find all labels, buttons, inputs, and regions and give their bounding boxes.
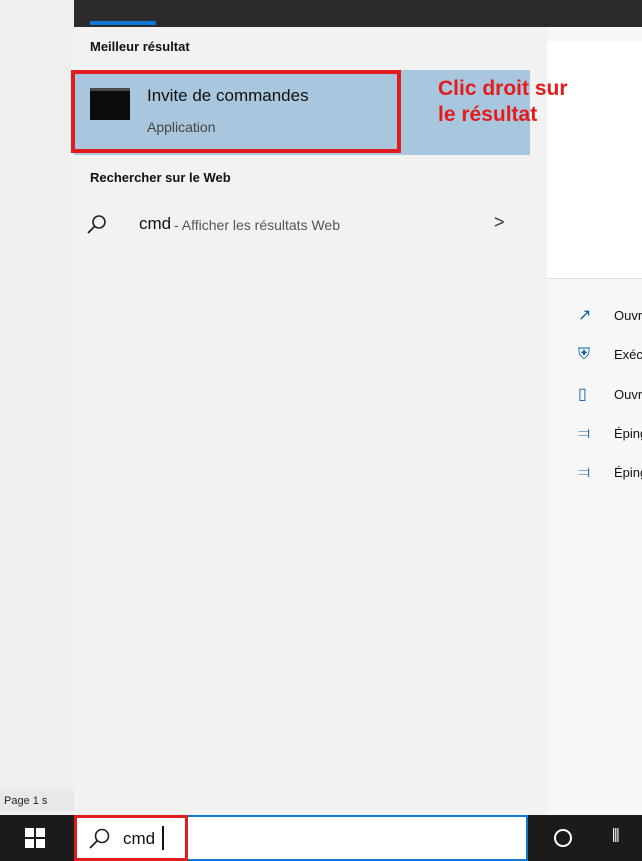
action-pin-start[interactable]: ⫤ Épingler	[578, 424, 642, 446]
action-label: Épingler	[614, 465, 642, 480]
action-label: Exécuter	[614, 347, 642, 362]
action-label: Épingler	[614, 426, 642, 441]
action-label: Ouvrir	[614, 308, 642, 323]
web-search-result[interactable]: cmd - Afficher les résultats Web >	[74, 205, 530, 245]
annotation-line-1: Clic droit sur	[438, 77, 568, 100]
admin-shield-icon: ⛨	[578, 346, 591, 363]
document-background	[0, 0, 74, 815]
pin-taskbar-icon: ⫤	[578, 464, 591, 481]
action-label: Ouvrir	[614, 387, 642, 402]
pin-start-icon: ⫤	[578, 425, 591, 442]
web-hint: - Afficher les résultats Web	[174, 217, 340, 233]
best-match-heading: Meilleur résultat	[90, 39, 190, 54]
chevron-right-icon[interactable]: >	[494, 212, 505, 233]
file-location-icon: ▯	[578, 386, 587, 403]
action-open[interactable]: ↗ Ouvrir	[578, 306, 642, 328]
cortana-icon[interactable]	[554, 829, 572, 847]
red-highlight-box	[74, 815, 188, 861]
search-icon	[87, 215, 106, 234]
annotation-line-2: le résultat	[438, 103, 538, 126]
search-panel-header	[74, 0, 642, 27]
action-run-admin[interactable]: ⛨ Exécuter	[578, 345, 642, 367]
action-pin-taskbar[interactable]: ⫤ Épingler	[578, 463, 642, 485]
open-icon: ↗	[578, 307, 592, 324]
web-query: cmd	[139, 214, 172, 233]
windows-start-icon[interactable]	[25, 828, 45, 848]
task-view-icon[interactable]: ⫴	[612, 826, 620, 847]
action-open-location[interactable]: ▯ Ouvrir	[578, 385, 642, 407]
annotation-text: Clic droit sur le résultat	[438, 76, 568, 128]
page-status: Page 1 s	[0, 791, 74, 811]
web-search-heading: Rechercher sur le Web	[90, 170, 231, 185]
red-highlight-box	[71, 70, 401, 153]
active-tab-indicator	[90, 21, 156, 25]
